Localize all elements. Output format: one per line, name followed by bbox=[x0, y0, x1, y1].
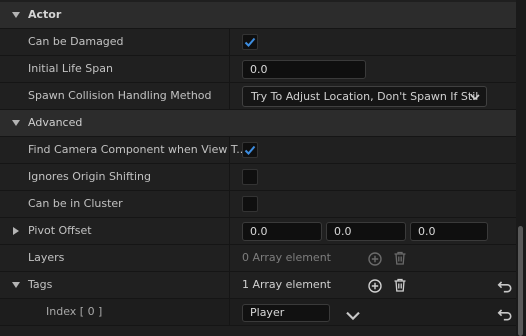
spawn-collision-dropdown[interactable]: Try To Adjust Location, Don't Spawn If S… bbox=[242, 86, 487, 107]
vertical-scrollbar[interactable] bbox=[518, 226, 523, 336]
expand-triangle-icon[interactable] bbox=[13, 227, 19, 235]
column-divider[interactable] bbox=[229, 218, 230, 244]
column-divider[interactable] bbox=[229, 56, 230, 82]
property-label: Index [ 0 ] bbox=[46, 305, 103, 318]
column-divider[interactable] bbox=[229, 191, 230, 217]
can-be-damaged-checkbox[interactable] bbox=[242, 34, 258, 50]
property-find-camera: Find Camera Component when View T... bbox=[0, 137, 516, 164]
pivot-offset-y-input[interactable]: 0.0 bbox=[326, 222, 406, 241]
collapse-triangle-icon[interactable] bbox=[12, 12, 20, 18]
property-label: Layers bbox=[28, 251, 65, 264]
delete-icon[interactable] bbox=[392, 277, 408, 293]
property-tags-index-0: Index [ 0 ] Player bbox=[0, 299, 516, 326]
details-panel: Actor Can be Damaged Initial Life Span 0… bbox=[0, 0, 516, 336]
property-tags: Tags 1 Array element bbox=[0, 272, 516, 299]
ignores-origin-checkbox[interactable] bbox=[242, 169, 258, 185]
property-can-be-damaged: Can be Damaged bbox=[0, 29, 516, 56]
column-divider[interactable] bbox=[229, 83, 230, 109]
pivot-offset-z-input[interactable]: 0.0 bbox=[410, 222, 488, 241]
initial-life-span-input[interactable]: 0.0 bbox=[242, 60, 366, 79]
dropdown-value: Try To Adjust Location, Don't Spawn If S… bbox=[251, 90, 479, 103]
property-label: Tags bbox=[28, 278, 53, 291]
tags-array-count: 1 Array element bbox=[242, 278, 331, 291]
column-divider[interactable] bbox=[229, 272, 230, 298]
delete-icon[interactable] bbox=[392, 250, 408, 266]
property-label: Find Camera Component when View T... bbox=[28, 143, 247, 156]
property-label: Can be in Cluster bbox=[28, 197, 123, 210]
tag-name-input[interactable]: Player bbox=[242, 304, 330, 322]
section-actor[interactable]: Actor bbox=[0, 2, 516, 29]
column-divider[interactable] bbox=[229, 29, 230, 55]
add-element-icon[interactable] bbox=[367, 251, 383, 267]
section-advanced[interactable]: Advanced bbox=[0, 110, 516, 137]
column-divider[interactable] bbox=[229, 164, 230, 190]
property-label: Ignores Origin Shifting bbox=[28, 170, 151, 183]
section-title: Advanced bbox=[28, 116, 83, 129]
find-camera-checkbox[interactable] bbox=[242, 142, 258, 158]
property-initial-life-span: Initial Life Span 0.0 bbox=[0, 56, 516, 83]
can-be-in-cluster-checkbox[interactable] bbox=[242, 196, 258, 212]
property-pivot-offset: Pivot Offset 0.0 0.0 0.0 bbox=[0, 218, 516, 245]
property-label: Pivot Offset bbox=[28, 224, 92, 237]
collapse-triangle-icon[interactable] bbox=[12, 282, 20, 288]
add-element-icon[interactable] bbox=[367, 278, 383, 294]
layers-array-count: 0 Array element bbox=[242, 251, 331, 264]
reset-to-default-icon[interactable] bbox=[497, 306, 513, 322]
property-can-be-in-cluster: Can be in Cluster bbox=[0, 191, 516, 218]
reset-to-default-icon[interactable] bbox=[497, 278, 513, 294]
collapse-triangle-icon[interactable] bbox=[12, 120, 20, 126]
property-ignores-origin: Ignores Origin Shifting bbox=[0, 164, 516, 191]
property-spawn-collision: Spawn Collision Handling Method Try To A… bbox=[0, 83, 516, 110]
chevron-down-icon[interactable] bbox=[345, 308, 361, 324]
column-divider[interactable] bbox=[229, 299, 230, 325]
section-title: Actor bbox=[28, 8, 62, 21]
chevron-down-icon bbox=[470, 94, 480, 101]
column-divider[interactable] bbox=[229, 137, 230, 163]
property-label: Initial Life Span bbox=[28, 62, 113, 75]
checkmark-icon bbox=[244, 37, 256, 47]
pivot-offset-x-input[interactable]: 0.0 bbox=[242, 222, 322, 241]
property-label: Spawn Collision Handling Method bbox=[28, 89, 212, 102]
checkmark-icon bbox=[244, 145, 256, 155]
property-layers: Layers 0 Array element bbox=[0, 245, 516, 272]
column-divider[interactable] bbox=[229, 245, 230, 271]
property-label: Can be Damaged bbox=[28, 35, 124, 48]
